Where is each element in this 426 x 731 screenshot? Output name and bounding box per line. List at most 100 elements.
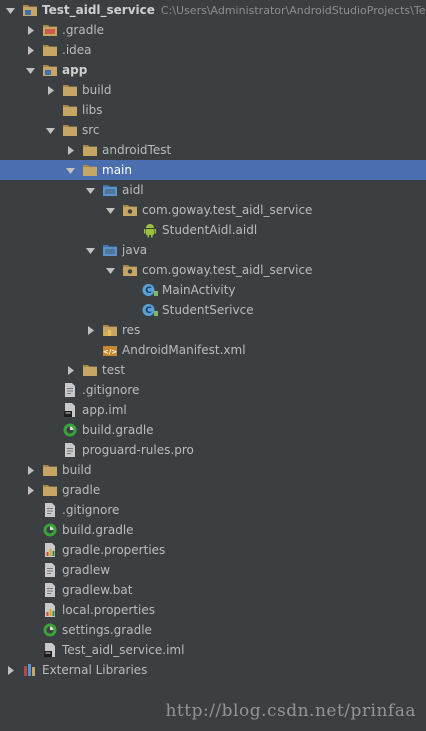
tree-item-build-gradle[interactable]: build.gradle	[0, 520, 426, 540]
tree-item-label: .gitignore	[62, 503, 120, 517]
tree-item-label: .gitignore	[82, 383, 140, 397]
library-icon	[22, 662, 38, 678]
tree-item-gradle-properties[interactable]: gradle.properties	[0, 540, 426, 560]
folder-icon	[62, 122, 78, 138]
expand-arrow-down-icon[interactable]	[24, 60, 36, 80]
tree-item-label: StudentAidl.aidl	[162, 223, 258, 237]
tree-item-java[interactable]: java	[0, 240, 426, 260]
tree-item-label: StudentSerivce	[162, 303, 254, 317]
expand-arrow-down-icon[interactable]	[104, 260, 116, 280]
tree-item-build-gradle[interactable]: build.gradle	[0, 420, 426, 440]
tree-item-label: com.goway.test_aidl_service	[142, 203, 313, 217]
expand-arrow-down-icon[interactable]	[104, 200, 116, 220]
tree-item-app[interactable]: app	[0, 60, 426, 80]
tree-item-src[interactable]: src	[0, 120, 426, 140]
folder-icon	[62, 82, 78, 98]
arrow-spacer	[24, 640, 36, 660]
tree-item-res[interactable]: res	[0, 320, 426, 340]
project-module-icon	[22, 2, 38, 18]
folder-icon	[42, 42, 58, 58]
arrow-spacer	[44, 440, 56, 460]
tree-item-label: MainActivity	[162, 283, 236, 297]
tree-item-aidl[interactable]: aidl	[0, 180, 426, 200]
expand-arrow-right-icon[interactable]	[24, 40, 36, 60]
tree-item-com-goway-test-aidl-service[interactable]: com.goway.test_aidl_service	[0, 200, 426, 220]
java-class-icon: C	[142, 282, 158, 298]
expand-arrow-down-icon[interactable]	[84, 240, 96, 260]
folder-icon	[82, 162, 98, 178]
arrow-spacer	[24, 580, 36, 600]
tree-item-app-iml[interactable]: app.iml	[0, 400, 426, 420]
tree-item-com-goway-test-aidl-service[interactable]: com.goway.test_aidl_service	[0, 260, 426, 280]
expand-arrow-right-icon[interactable]	[24, 460, 36, 480]
tree-item-label: res	[122, 323, 141, 337]
expand-arrow-right-icon[interactable]	[24, 480, 36, 500]
package-icon	[122, 202, 138, 218]
tree-item-build[interactable]: build	[0, 460, 426, 480]
properties-file-icon	[42, 602, 58, 618]
text-file-icon	[62, 442, 78, 458]
tree-item-label: .idea	[62, 43, 92, 57]
tree-item-libs[interactable]: libs	[0, 100, 426, 120]
tree-item-label: java	[122, 243, 148, 257]
folder-icon	[82, 362, 98, 378]
tree-item-settings-gradle[interactable]: settings.gradle	[0, 620, 426, 640]
arrow-spacer	[24, 540, 36, 560]
tree-item-gradle[interactable]: .gradle	[0, 20, 426, 40]
tree-item-label: aidl	[122, 183, 144, 197]
tree-item-proguard-rules-pro[interactable]: proguard-rules.pro	[0, 440, 426, 460]
folder-icon	[42, 462, 58, 478]
tree-item-label: proguard-rules.pro	[82, 443, 194, 457]
expand-arrow-right-icon[interactable]	[84, 320, 96, 340]
tree-item-label: main	[102, 163, 132, 177]
arrow-spacer	[24, 620, 36, 640]
resource-folder-icon	[102, 322, 118, 338]
expand-arrow-down-icon[interactable]	[44, 120, 56, 140]
tree-item-label: app.iml	[82, 403, 127, 417]
arrow-spacer	[44, 420, 56, 440]
tree-item-test-aidl-service[interactable]: Test_aidl_service C:\Users\Administrator\…	[0, 0, 426, 20]
gradle-file-icon	[42, 522, 58, 538]
tree-item-gradlew-bat[interactable]: gradlew.bat	[0, 580, 426, 600]
tree-item-gitignore[interactable]: .gitignore	[0, 500, 426, 520]
arrow-spacer	[124, 280, 136, 300]
tree-item-androidtest[interactable]: androidTest	[0, 140, 426, 160]
expand-arrow-right-icon[interactable]	[44, 80, 56, 100]
expand-arrow-right-icon[interactable]	[64, 360, 76, 380]
tree-item-local-properties[interactable]: local.properties	[0, 600, 426, 620]
tree-item-gitignore[interactable]: .gitignore	[0, 380, 426, 400]
tree-item-mainactivity[interactable]: C MainActivity	[0, 280, 426, 300]
module-icon	[42, 62, 58, 78]
expand-arrow-right-icon[interactable]	[4, 660, 16, 680]
tree-item-main[interactable]: main	[0, 160, 426, 180]
tree-item-gradlew[interactable]: gradlew	[0, 560, 426, 580]
expand-arrow-down-icon[interactable]	[4, 0, 16, 20]
tree-item-label: Test_aidl_service.iml	[62, 643, 185, 657]
tree-item-label: gradlew	[62, 563, 111, 577]
expand-arrow-down-icon[interactable]	[64, 160, 76, 180]
tree-item-androidmanifest-xml[interactable]: </> AndroidManifest.xml	[0, 340, 426, 360]
gradle-file-icon	[62, 422, 78, 438]
arrow-spacer	[24, 560, 36, 580]
tree-item-test[interactable]: test	[0, 360, 426, 380]
tree-item-studentaidl-aidl[interactable]: StudentAidl.aidl	[0, 220, 426, 240]
properties-file-icon	[42, 542, 58, 558]
text-file-icon	[42, 582, 58, 598]
arrow-spacer	[124, 300, 136, 320]
tree-item-label: com.goway.test_aidl_service	[142, 263, 313, 277]
expand-arrow-down-icon[interactable]	[84, 180, 96, 200]
iml-file-icon	[62, 402, 78, 418]
expand-arrow-right-icon[interactable]	[24, 20, 36, 40]
tree-item-gradle[interactable]: gradle	[0, 480, 426, 500]
text-file-icon	[42, 562, 58, 578]
tree-item-label: AndroidManifest.xml	[122, 343, 246, 357]
arrow-spacer	[44, 400, 56, 420]
expand-arrow-right-icon[interactable]	[64, 140, 76, 160]
folder-icon	[42, 482, 58, 498]
tree-item-studentserivce[interactable]: C StudentSerivce	[0, 300, 426, 320]
tree-item-test-aidl-service-iml[interactable]: Test_aidl_service.iml	[0, 640, 426, 660]
folder-excluded-icon	[42, 22, 58, 38]
tree-item-build[interactable]: build	[0, 80, 426, 100]
tree-item-idea[interactable]: .idea	[0, 40, 426, 60]
tree-item-external-libraries[interactable]: External Libraries	[0, 660, 426, 680]
